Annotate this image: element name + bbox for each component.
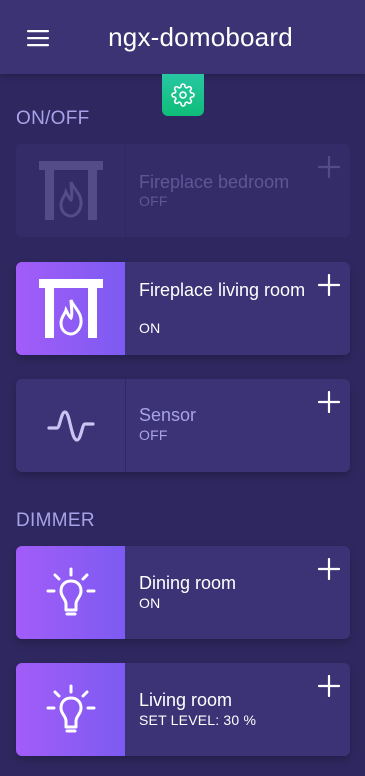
device-card-living-room[interactable]: Living room SET LEVEL: 30 % <box>16 663 350 756</box>
add-icon[interactable] <box>318 391 340 413</box>
device-state: ON <box>139 320 161 336</box>
device-name: Sensor <box>139 405 197 425</box>
add-icon[interactable] <box>318 675 340 697</box>
section-title-dimmer: DIMMER <box>16 510 95 531</box>
pulse-icon <box>46 409 95 442</box>
device-card-fireplace-living-room[interactable]: Fireplace living room ON <box>16 262 350 355</box>
device-card-fireplace-bedroom[interactable]: Fireplace bedroom OFF <box>16 144 350 237</box>
device-state: SET LEVEL: 30 % <box>139 712 257 728</box>
add-icon[interactable] <box>318 558 340 580</box>
device-icon-area <box>16 144 126 237</box>
add-icon[interactable] <box>318 156 340 178</box>
device-state: OFF <box>139 193 168 209</box>
device-name: Dining room <box>139 573 237 593</box>
device-state: ON <box>139 595 161 611</box>
fireplace-icon <box>38 160 103 220</box>
settings-button[interactable] <box>162 74 204 116</box>
device-card-sensor[interactable]: Sensor OFF <box>16 379 350 472</box>
section-title-onoff: ON/OFF <box>16 108 90 129</box>
device-name: Living room <box>139 690 233 710</box>
add-icon[interactable] <box>318 274 340 296</box>
device-icon-area <box>16 546 125 639</box>
light-bulb-icon <box>46 684 95 732</box>
app-title: ngx-domoboard <box>108 22 293 52</box>
device-name: Fireplace bedroom <box>139 172 290 192</box>
light-bulb-icon <box>46 567 95 615</box>
device-icon-area <box>16 262 125 355</box>
device-icon-area <box>16 379 126 472</box>
device-name: Fireplace living room <box>139 280 306 300</box>
device-state: OFF <box>139 427 168 443</box>
device-icon-area <box>16 663 125 756</box>
app-header: ngx-domoboard <box>0 0 365 74</box>
fireplace-icon <box>38 278 103 338</box>
gear-icon <box>171 83 195 107</box>
device-card-dining-room[interactable]: Dining room ON <box>16 546 350 639</box>
